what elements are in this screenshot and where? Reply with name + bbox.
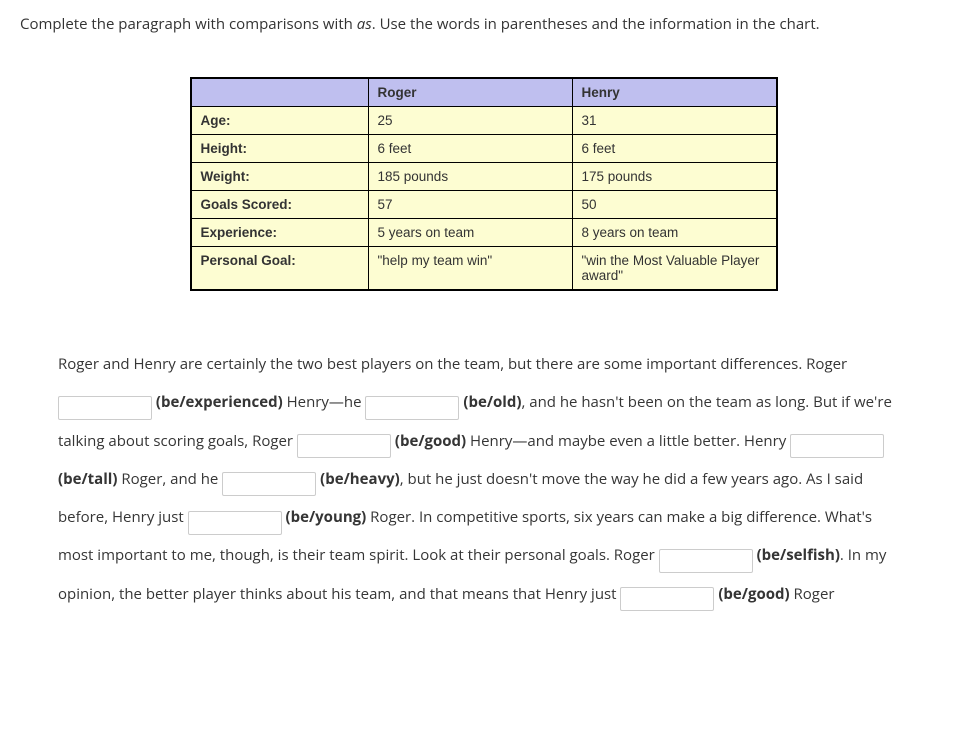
answer-blank-7[interactable] <box>659 549 753 573</box>
row-label: Experience: <box>191 219 369 247</box>
row-label: Height: <box>191 135 369 163</box>
comparison-chart: Roger Henry Age: 25 31 Height: 6 feet 6 … <box>190 77 778 291</box>
answer-blank-1[interactable] <box>58 396 152 420</box>
instruction-post: . Use the words in parentheses and the i… <box>372 14 820 34</box>
row-label: Personal Goal: <box>191 247 369 291</box>
instruction-pre: Complete the paragraph with comparisons … <box>20 14 357 34</box>
table-row: Height: 6 feet 6 feet <box>191 135 777 163</box>
hint-3: (be/good) <box>395 431 466 451</box>
answer-blank-8[interactable] <box>620 587 714 611</box>
exercise-paragraph: Roger and Henry are certainly the two be… <box>20 345 947 613</box>
table-header-roger: Roger <box>368 78 572 107</box>
row-label: Goals Scored: <box>191 191 369 219</box>
paragraph-text: Roger <box>794 584 835 604</box>
chart-container: Roger Henry Age: 25 31 Height: 6 feet 6 … <box>20 77 947 291</box>
hint-5: (be/heavy) <box>320 469 400 489</box>
answer-blank-2[interactable] <box>365 396 459 420</box>
cell: 25 <box>368 107 572 135</box>
paragraph-text: Roger and Henry are certainly the two be… <box>58 354 847 374</box>
cell: 31 <box>572 107 777 135</box>
table-row: Age: 25 31 <box>191 107 777 135</box>
answer-blank-6[interactable] <box>188 511 282 535</box>
hint-1: (be/experienced) <box>156 392 283 412</box>
paragraph-text: Henry—and maybe even a little better. He… <box>470 431 790 451</box>
cell: 5 years on team <box>368 219 572 247</box>
cell: 8 years on team <box>572 219 777 247</box>
hint-7: (be/selfish) <box>757 545 840 565</box>
row-label: Weight: <box>191 163 369 191</box>
answer-blank-5[interactable] <box>222 472 316 496</box>
cell: 6 feet <box>368 135 572 163</box>
cell: "help my team win" <box>368 247 572 291</box>
paragraph-text: Roger, and he <box>121 469 222 489</box>
cell: 185 pounds <box>368 163 572 191</box>
row-label: Age: <box>191 107 369 135</box>
instruction-italic: as <box>357 14 372 34</box>
table-row: Weight: 185 pounds 175 pounds <box>191 163 777 191</box>
cell: 6 feet <box>572 135 777 163</box>
table-row: Experience: 5 years on team 8 years on t… <box>191 219 777 247</box>
hint-4: (be/tall) <box>58 469 117 489</box>
table-header-henry: Henry <box>572 78 777 107</box>
cell: 175 pounds <box>572 163 777 191</box>
exercise-instruction: Complete the paragraph with comparisons … <box>20 14 947 35</box>
hint-8: (be/good) <box>718 584 789 604</box>
hint-6: (be/young) <box>286 507 367 527</box>
table-header-empty <box>191 78 369 107</box>
cell: "win the Most Valuable Player award" <box>572 247 777 291</box>
table-row: Goals Scored: 57 50 <box>191 191 777 219</box>
answer-blank-3[interactable] <box>297 434 391 458</box>
cell: 57 <box>368 191 572 219</box>
hint-2: (be/old) <box>463 392 521 412</box>
cell: 50 <box>572 191 777 219</box>
paragraph-text: Henry—he <box>287 392 366 412</box>
answer-blank-4[interactable] <box>790 434 884 458</box>
table-row: Personal Goal: "help my team win" "win t… <box>191 247 777 291</box>
